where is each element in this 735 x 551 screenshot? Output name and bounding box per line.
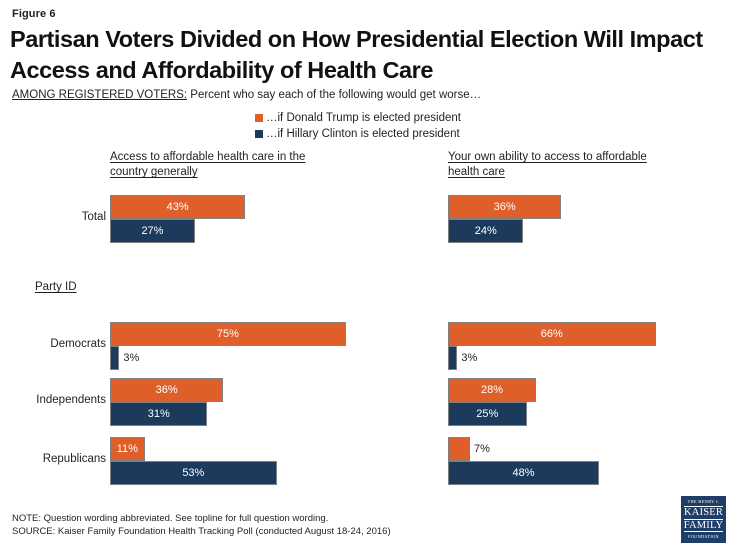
bar-value-label: 7%	[474, 443, 490, 455]
category-label-republicans: Republicans	[42, 453, 106, 465]
panel-header-left: Access to affordable health care in the …	[110, 150, 325, 180]
bar-value-label: 11%	[116, 443, 138, 455]
bar-value-label: 43%	[166, 201, 189, 213]
bar-value-label: 3%	[123, 352, 140, 364]
bar-value-label: 31%	[147, 408, 170, 420]
bar-trump-independents-panel1: 28%	[448, 378, 537, 402]
legend-item-trump: …if Donald Trump is elected president	[255, 110, 461, 126]
kaiser-family-foundation-logo: THE HENRY J. KAISER FAMILY FOUNDATION	[681, 496, 726, 543]
legend-label-clinton: …if Hillary Clinton is elected president	[266, 128, 460, 140]
bar-trump-republicans-panel1	[448, 437, 470, 461]
bar-value-label: 24%	[474, 225, 497, 237]
chart-subtitle: AMONG REGISTERED VOTERS: Percent who say…	[12, 89, 481, 101]
figure-label: Figure 6	[12, 8, 56, 20]
logo-line-4: FOUNDATION	[684, 531, 723, 540]
category-label-independents: Independents	[36, 394, 106, 406]
logo-line-1: THE HENRY J.	[687, 499, 720, 504]
bar-clinton-democrats-panel0	[110, 346, 120, 370]
legend-swatch-trump-icon	[255, 114, 263, 122]
bar-clinton-independents-panel0: 31%	[110, 402, 208, 426]
bar-value-label: 3%	[461, 352, 478, 364]
legend-item-clinton: …if Hillary Clinton is elected president	[255, 126, 461, 142]
bar-value-label: 75%	[216, 328, 239, 340]
source-line: SOURCE: Kaiser Family Foundation Health …	[12, 526, 391, 537]
bar-value-label: 48%	[512, 467, 535, 479]
section-label-party-id: Party ID	[35, 281, 77, 293]
bar-value-label: 28%	[481, 384, 504, 396]
bar-clinton-republicans-panel1: 48%	[448, 461, 599, 485]
page-title: Partisan Voters Divided on How President…	[10, 26, 703, 84]
bar-value-label: 25%	[476, 408, 499, 420]
bar-clinton-total-panel1: 24%	[448, 219, 524, 243]
bar-clinton-independents-panel1: 25%	[448, 402, 527, 426]
legend-label-trump: …if Donald Trump is elected president	[266, 112, 461, 124]
category-label-democrats: Democrats	[50, 338, 106, 350]
bar-clinton-democrats-panel1	[448, 346, 458, 370]
bar-value-label: 53%	[182, 467, 205, 479]
bar-clinton-total-panel0: 27%	[110, 219, 195, 243]
subtitle-audience: AMONG REGISTERED VOTERS:	[12, 89, 188, 101]
subtitle-text: Percent who say each of the following wo…	[187, 89, 482, 101]
bar-trump-democrats-panel1: 66%	[448, 322, 656, 346]
logo-line-3: FAMILY	[683, 519, 724, 531]
bar-trump-republicans-panel0: 11%	[110, 437, 145, 461]
section-label-text: Party ID	[35, 281, 77, 293]
bar-value-label: 27%	[141, 225, 164, 237]
bar-trump-total-panel0: 43%	[110, 195, 246, 219]
note-line: NOTE: Question wording abbreviated. See …	[12, 513, 329, 524]
bar-trump-independents-panel0: 36%	[110, 378, 224, 402]
bar-value-label: 66%	[540, 328, 563, 340]
panel-header-left-text: Access to affordable health care in the …	[110, 151, 306, 178]
chart-legend: …if Donald Trump is elected president …i…	[255, 110, 461, 142]
bar-trump-democrats-panel0: 75%	[110, 322, 346, 346]
legend-swatch-clinton-icon	[255, 130, 263, 138]
bar-clinton-republicans-panel0: 53%	[110, 461, 277, 485]
bar-trump-total-panel1: 36%	[448, 195, 562, 219]
panel-header-right: Your own ability to access to affordable…	[448, 150, 663, 180]
bar-value-label: 36%	[493, 201, 516, 213]
chart-footnotes: NOTE: Question wording abbreviated. See …	[12, 512, 391, 538]
logo-line-2: KAISER	[684, 506, 724, 520]
bar-value-label: 36%	[155, 384, 178, 396]
category-label-total: Total	[81, 211, 106, 223]
panel-header-right-text: Your own ability to access to affordable…	[448, 151, 647, 178]
